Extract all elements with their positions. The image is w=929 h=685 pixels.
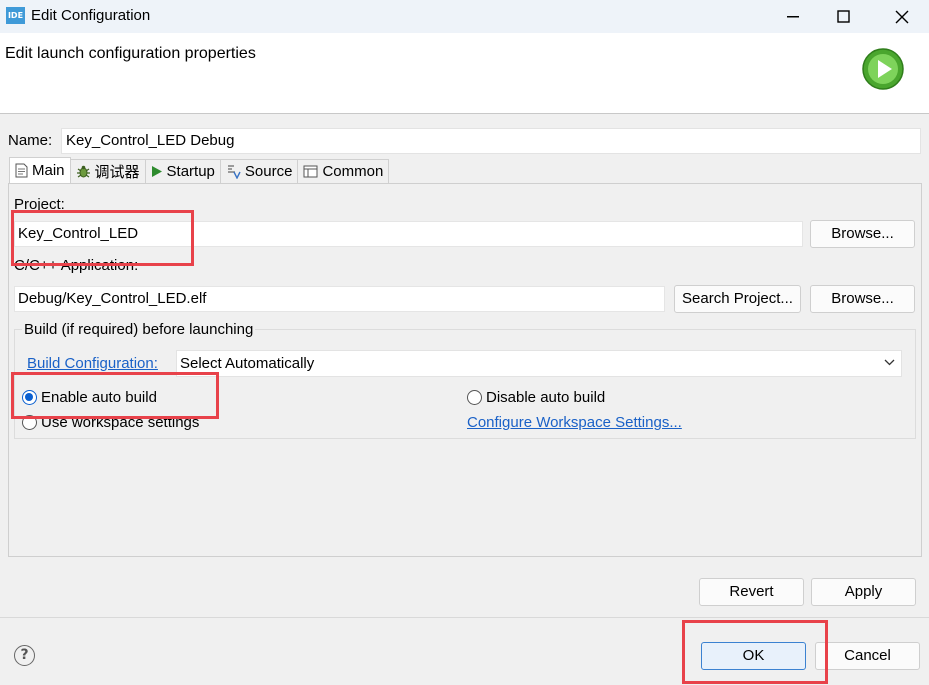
bottom-divider <box>0 617 929 618</box>
apply-button[interactable]: Apply <box>811 578 916 606</box>
application-browse-button[interactable]: Browse... <box>810 285 915 313</box>
project-input[interactable]: Key_Control_LED <box>14 221 803 247</box>
minimize-icon <box>787 15 799 17</box>
document-icon <box>15 163 28 178</box>
window-title: Edit Configuration <box>31 7 151 24</box>
enable-auto-build-radio[interactable]: Enable auto build <box>22 389 157 406</box>
search-project-button[interactable]: Search Project... <box>674 285 801 313</box>
build-configuration-link[interactable]: Build Configuration: <box>27 355 158 372</box>
disable-auto-build-radio[interactable]: Disable auto build <box>467 389 605 406</box>
tab-main-label: Main <box>32 162 65 179</box>
project-browse-button[interactable]: Browse... <box>810 220 915 248</box>
dialog-header: Edit launch configuration properties <box>0 33 929 114</box>
tab-bar: Main 调试器 Startup Source Common <box>9 157 390 183</box>
tab-source[interactable]: Source <box>219 159 299 183</box>
tab-startup[interactable]: Startup <box>144 159 221 183</box>
close-icon <box>895 10 909 23</box>
maximize-icon <box>836 10 850 23</box>
name-label: Name: <box>8 132 53 149</box>
build-configuration-select[interactable]: Select Automatically <box>176 350 902 377</box>
title-bar: IDE Edit Configuration <box>0 0 929 33</box>
radio-unselected-icon <box>467 390 482 405</box>
build-configuration-value: Select Automatically <box>180 355 315 372</box>
application-label: C/C++ Application: <box>14 257 139 274</box>
cancel-button[interactable]: Cancel <box>815 642 920 670</box>
app-icon: IDE <box>6 7 25 24</box>
use-workspace-settings-radio[interactable]: Use workspace settings <box>22 414 199 431</box>
use-workspace-settings-label: Use workspace settings <box>41 414 200 431</box>
ok-button[interactable]: OK <box>701 642 806 670</box>
revert-button[interactable]: Revert <box>699 578 804 606</box>
configure-workspace-settings-link[interactable]: Configure Workspace Settings... <box>467 414 682 431</box>
tab-debugger-label: 调试器 <box>94 164 140 181</box>
run-debug-icon <box>862 48 904 90</box>
name-input[interactable]: Key_Control_LED Debug <box>61 128 921 154</box>
project-label: Project: <box>14 196 65 213</box>
tab-common-label: Common <box>322 163 384 180</box>
help-icon[interactable]: ? <box>14 645 35 666</box>
disable-auto-build-label: Disable auto build <box>486 389 606 406</box>
chevron-down-icon <box>884 359 895 366</box>
application-input[interactable]: Debug/Key_Control_LED.elf <box>14 286 665 312</box>
radio-unselected-icon <box>22 415 37 430</box>
close-button[interactable] <box>879 0 925 33</box>
tab-main[interactable]: Main <box>9 157 71 183</box>
radio-selected-icon <box>22 390 37 405</box>
header-title: Edit launch configuration properties <box>5 45 256 62</box>
enable-auto-build-label: Enable auto build <box>41 389 157 406</box>
play-icon <box>151 166 162 177</box>
tab-startup-label: Startup <box>166 163 215 180</box>
tab-debugger[interactable]: 调试器 <box>69 159 146 183</box>
minimize-button[interactable] <box>770 0 816 33</box>
tab-common[interactable]: Common <box>297 159 390 183</box>
common-icon <box>303 165 318 178</box>
bug-icon <box>76 165 90 178</box>
maximize-button[interactable] <box>820 0 866 33</box>
tab-source-label: Source <box>244 163 293 180</box>
build-group-title: Build (if required) before launching <box>22 321 256 338</box>
source-icon <box>227 165 241 179</box>
